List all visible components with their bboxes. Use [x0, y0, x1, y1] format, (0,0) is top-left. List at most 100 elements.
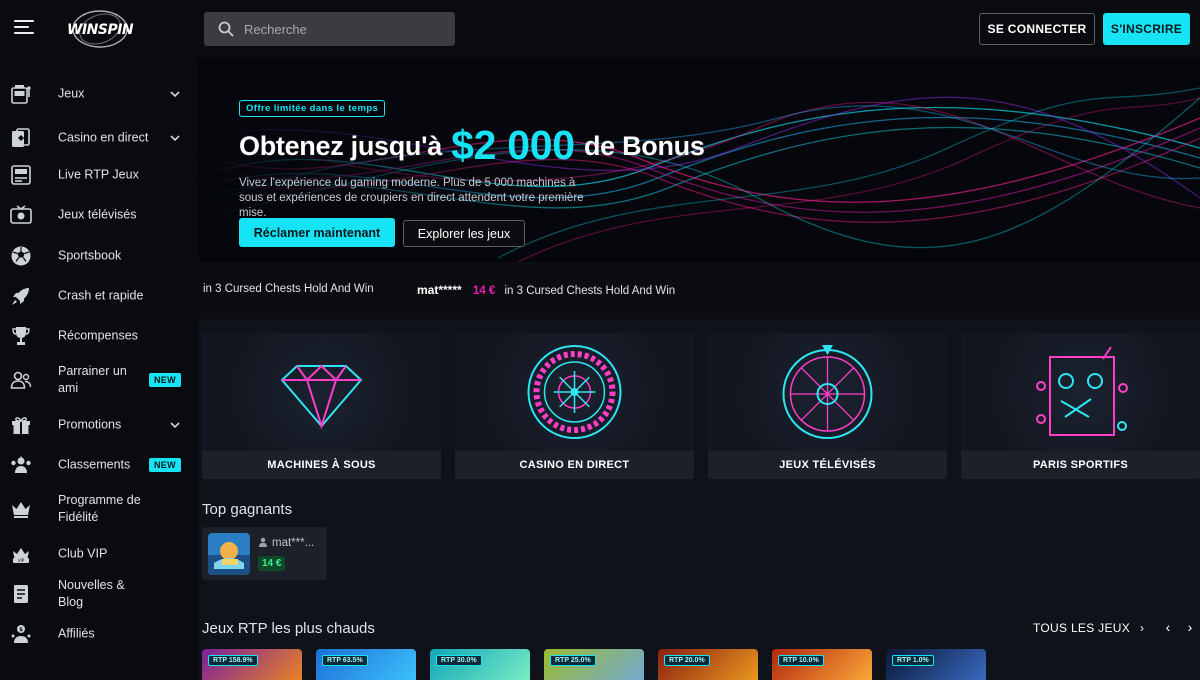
winner-game-thumbnail: [208, 533, 250, 575]
sidebar-item-promotions[interactable]: Promotions: [0, 405, 198, 445]
sidebar: Jeux Casino en direct Live RTP Jeux Jeux…: [0, 58, 198, 680]
rocket-icon: [12, 288, 29, 305]
sidebar-item-label: Jeux télévisés: [58, 207, 137, 222]
sidebar-item-live-rtp[interactable]: Live RTP Jeux: [0, 155, 198, 195]
signup-button[interactable]: S'INSCRIRE: [1103, 13, 1190, 45]
new-badge: NEW: [149, 458, 181, 472]
category-card-live-casino[interactable]: CASINO EN DIRECT: [455, 333, 694, 479]
ticker-user: mat*****: [417, 283, 462, 297]
all-games-link[interactable]: TOUS LES JEUX ›: [1033, 621, 1144, 635]
winner-card[interactable]: mat***... 14 €: [202, 527, 327, 580]
game-tile[interactable]: RTP 25.0%: [544, 649, 644, 680]
game-tile[interactable]: RTP 30.0%: [430, 649, 530, 680]
ticker-item: mat***** 14 € in 3 Cursed Chests Hold An…: [417, 283, 675, 297]
sidebar-item-label: Nouvelles & Blog: [58, 578, 125, 609]
logo-text-win: WIN: [67, 22, 98, 38]
chevron-down-icon[interactable]: [168, 131, 182, 145]
category-label: CASINO EN DIRECT: [455, 451, 694, 479]
chevron-down-icon[interactable]: [168, 87, 182, 101]
sidebar-item-jeux[interactable]: Jeux: [0, 74, 198, 114]
svg-text:VIP: VIP: [18, 558, 25, 563]
explore-games-button[interactable]: Explorer les jeux: [403, 220, 525, 247]
winners-section: Top gagnants mat***... 14 € Jeux RTP les…: [198, 490, 1200, 680]
sidebar-item-casino-direct[interactable]: Casino en direct: [0, 116, 198, 160]
hero-description: Vivez l'expérience du gaming moderne. Pl…: [239, 177, 584, 219]
roulette-icon: [527, 345, 622, 439]
game-tile[interactable]: RTP 63.5%: [316, 649, 416, 680]
gift-icon: [12, 417, 30, 434]
winners-ticker: in 3 Cursed Chests Hold And Win mat*****…: [198, 262, 1200, 319]
limited-offer-tag: Offre limitée dans le temps: [239, 100, 386, 117]
winner-amount: 14 €: [258, 556, 286, 571]
hero-title-suffix: de Bonus: [583, 131, 705, 161]
login-button[interactable]: SE CONNECTER: [979, 13, 1095, 45]
vip-icon: VIP: [13, 548, 29, 563]
sidebar-item-label: Récompenses: [58, 328, 138, 343]
news-icon: [14, 585, 28, 603]
leaderboard-icon: [11, 456, 31, 473]
affiliate-icon: $: [11, 625, 31, 643]
logo-text-spin: SPIN: [97, 22, 134, 38]
logo-text: WINSPIN: [67, 22, 134, 38]
search-box[interactable]: [204, 12, 455, 46]
category-label: MACHINES À SOUS: [202, 451, 441, 479]
hero-title-amount: $2 000: [451, 122, 575, 168]
sidebar-item-crash[interactable]: Crash et rapide: [0, 276, 198, 316]
refer-friend-icon: [10, 371, 32, 389]
sidebar-item-jeux-televises[interactable]: Jeux télévisés: [0, 195, 198, 235]
sidebar-item-affilies[interactable]: $ Affiliés: [0, 614, 198, 654]
category-section: MACHINES À SOUS CASINO EN DIRECT JEUX TÉ…: [198, 319, 1200, 490]
sidebar-item-label: Promotions: [58, 417, 122, 432]
rtp-icon: [11, 165, 31, 185]
search-icon: [218, 21, 234, 37]
category-label: PARIS SPORTIFS: [961, 451, 1200, 479]
sidebar-item-label: Club VIP: [58, 546, 108, 561]
new-badge: NEW: [149, 373, 181, 387]
sidebar-item-label: Parrainer un ami: [58, 364, 127, 395]
sidebar-item-club-vip[interactable]: VIP Club VIP: [0, 534, 198, 574]
carousel-next-button[interactable]: ›: [1182, 619, 1198, 637]
sidebar-item-classements[interactable]: Classements NEW: [0, 445, 198, 485]
hero-title: Obtenez jusqu'à $2 000 de Bonus: [239, 122, 705, 169]
sidebar-item-label: Live RTP Jeux: [58, 167, 139, 182]
winner-user: mat***...: [258, 537, 314, 549]
rtp-badge: RTP 158.9%: [208, 655, 258, 666]
live-cards-icon: [12, 128, 30, 147]
top-winners-title: Top gagnants: [202, 501, 293, 518]
carousel-prev-button[interactable]: ‹: [1160, 619, 1176, 637]
all-games-label: TOUS LES JEUX: [1033, 621, 1131, 635]
sidebar-item-fidelite[interactable]: Programme de Fidélité: [0, 487, 198, 531]
sidebar-item-label: Classements: [58, 457, 131, 472]
hero-banner: Offre limitée dans le temps Obtenez jusq…: [198, 58, 1200, 262]
category-label: JEUX TÉLÉVISÉS: [708, 451, 947, 479]
ticker-amount: 14 €: [472, 285, 496, 297]
chevron-down-icon[interactable]: [168, 418, 182, 432]
sidebar-item-label: Sportsbook: [58, 248, 122, 263]
sidebar-item-sportsbook[interactable]: Sportsbook: [0, 236, 198, 276]
game-tile[interactable]: RTP 158.9%: [202, 649, 302, 680]
top-bar: WINSPIN SE CONNECTER S'INSCRIRE: [0, 0, 1200, 58]
category-card-game-shows[interactable]: JEUX TÉLÉVISÉS: [708, 333, 947, 479]
hero-title-prefix: Obtenez jusqu'à: [239, 131, 442, 161]
claim-now-button[interactable]: Réclamer maintenant: [239, 218, 395, 247]
rtp-badge: RTP 10.0%: [778, 655, 824, 666]
game-tile[interactable]: RTP 10.0%: [772, 649, 872, 680]
sidebar-item-label: Programme de Fidélité: [58, 493, 141, 524]
menu-icon[interactable]: [14, 20, 34, 36]
rtp-badge: RTP 1.0%: [892, 655, 934, 666]
trophy-icon: [12, 327, 30, 345]
hot-rtp-title: Jeux RTP les plus chauds: [202, 620, 375, 637]
category-card-sports[interactable]: PARIS SPORTIFS: [961, 333, 1200, 479]
slot-machine-icon: [11, 85, 31, 104]
sidebar-item-news[interactable]: Nouvelles & Blog: [0, 574, 198, 614]
sidebar-item-recompenses[interactable]: Récompenses: [0, 316, 198, 356]
game-tile[interactable]: RTP 20.0%: [658, 649, 758, 680]
sidebar-item-parrainer[interactable]: Parrainer un ami NEW: [0, 358, 198, 402]
logo[interactable]: WINSPIN: [62, 8, 138, 50]
ticker-game: in 3 Cursed Chests Hold And Win: [203, 283, 374, 295]
game-tile[interactable]: RTP 1.0%: [886, 649, 986, 680]
sidebar-item-label: Crash et rapide: [58, 288, 144, 303]
category-card-slots[interactable]: MACHINES À SOUS: [202, 333, 441, 479]
search-input[interactable]: [244, 12, 444, 46]
soccer-ball-icon: [11, 246, 31, 266]
